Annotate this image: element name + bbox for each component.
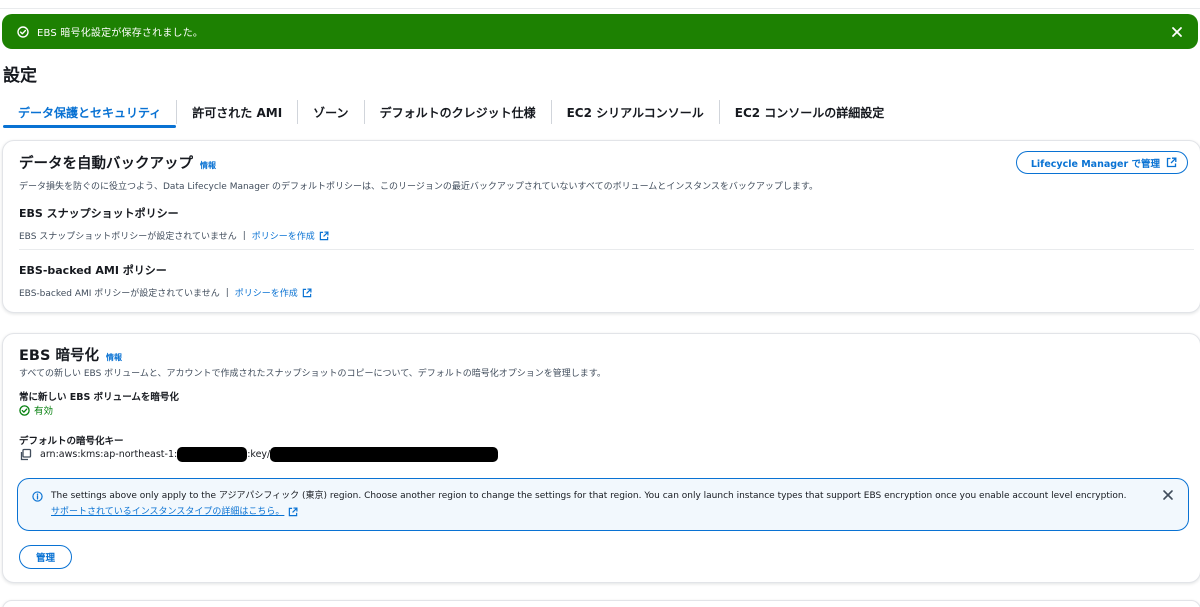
top-divider	[0, 8, 1200, 9]
backup-description: データ損失を防ぐのに役立つよう、Data Lifecycle Manager の…	[19, 182, 819, 192]
flash-message: EBS 暗号化設定が保存されました。	[37, 28, 204, 39]
create-ami-policy-link-text: ポリシーを作成	[234, 289, 298, 299]
external-link-icon	[289, 507, 298, 517]
separator: |	[225, 287, 229, 298]
snapshot-policy-status: EBS スナップショットポリシーが設定されていません | ポリシーを作成	[19, 229, 329, 242]
lifecycle-manager-button-label: Lifecycle Manager で管理	[1030, 158, 1160, 170]
always-encrypt-status: 有効	[19, 403, 53, 417]
create-snapshot-policy-link[interactable]: ポリシーを作成	[252, 229, 329, 242]
external-link-icon	[302, 288, 312, 297]
separator: |	[242, 230, 246, 241]
supported-instance-types-link[interactable]: サポートされているインスタンスタイプの詳細はこちら。	[51, 505, 298, 521]
check-circle-icon	[19, 404, 30, 416]
key-arn-prefix: arn:aws:kms:ap-northeast-1:	[40, 449, 178, 460]
always-encrypt-value: 有効	[34, 406, 54, 417]
info-icon	[32, 491, 43, 502]
section-divider	[19, 249, 1194, 250]
ebs-encryption-card: EBS 暗号化 情報 すべての新しい EBS ボリュームと、アカウントで作成され…	[2, 333, 1200, 583]
tab-console-preferences[interactable]: EC2 コンソールの詳細設定	[720, 96, 900, 128]
create-snapshot-policy-link-text: ポリシーを作成	[251, 232, 315, 242]
redacted-account-id	[177, 447, 248, 462]
backup-info-link[interactable]: 情報	[200, 160, 216, 171]
backup-title-text: データを自動バックアップ	[19, 156, 193, 172]
encryption-description: すべての新しい EBS ボリュームと、アカウントで作成されたスナップショットのコ…	[19, 369, 606, 379]
snapshot-policy-status-text: EBS スナップショットポリシーが設定されていません	[19, 232, 237, 242]
alert-message: The settings above only apply to the アジア…	[51, 491, 1127, 501]
external-link-icon	[1166, 157, 1177, 168]
external-link-icon	[319, 231, 329, 240]
create-ami-policy-link[interactable]: ポリシーを作成	[235, 286, 312, 299]
ami-policy-status: EBS-backed AMI ポリシーが設定されていません | ポリシーを作成	[19, 286, 312, 299]
copy-icon[interactable]	[19, 448, 32, 461]
check-circle-icon	[17, 25, 29, 38]
tab-zones[interactable]: ゾーン	[298, 96, 363, 128]
always-encrypt-label: 常に新しい EBS ボリュームを暗号化	[19, 392, 179, 403]
default-key-label: デフォルトの暗号化キー	[19, 436, 124, 447]
tab-allowed-ami[interactable]: 許可された AMI	[177, 96, 297, 128]
redacted-key-id	[270, 447, 499, 462]
ami-policy-heading: EBS-backed AMI ポリシー	[19, 264, 167, 277]
close-icon[interactable]	[1162, 489, 1174, 501]
tab-default-credit[interactable]: デフォルトのクレジット仕様	[365, 96, 551, 128]
tab-data-protection[interactable]: データ保護とセキュリティ	[3, 96, 177, 128]
region-info-alert: The settings above only apply to the アジア…	[17, 478, 1189, 531]
lifecycle-manager-button[interactable]: Lifecycle Manager で管理	[1015, 151, 1188, 174]
ami-policy-status-text: EBS-backed AMI ポリシーが設定されていません	[19, 289, 220, 299]
encryption-title: EBS 暗号化 情報	[19, 344, 122, 365]
backup-title: データを自動バックアップ 情報	[19, 152, 216, 173]
next-card-edge	[2, 600, 1200, 607]
encryption-info-link[interactable]: 情報	[106, 352, 122, 363]
snapshot-policy-heading: EBS スナップショットポリシー	[19, 207, 179, 220]
manage-button[interactable]: 管理	[19, 545, 72, 569]
supported-instance-types-link-text: サポートされているインスタンスタイプの詳細はこちら。	[51, 506, 285, 517]
close-icon[interactable]	[1170, 25, 1184, 39]
success-flash-banner: EBS 暗号化設定が保存されました。	[2, 14, 1198, 49]
settings-tabs: データ保護とセキュリティ 許可された AMI ゾーン デフォルトのクレジット仕様…	[3, 96, 899, 128]
alert-text: The settings above only apply to the アジア…	[51, 489, 1131, 520]
tab-serial-console[interactable]: EC2 シリアルコンソール	[552, 96, 719, 128]
default-key-arn: arn:aws:kms:ap-northeast-1: :key/	[19, 447, 499, 462]
key-arn-middle: :key/	[247, 449, 271, 460]
page-title: 設定	[3, 66, 37, 86]
backup-card: データを自動バックアップ 情報 Lifecycle Manager で管理 デー…	[2, 140, 1200, 313]
encryption-title-text: EBS 暗号化	[19, 348, 99, 364]
